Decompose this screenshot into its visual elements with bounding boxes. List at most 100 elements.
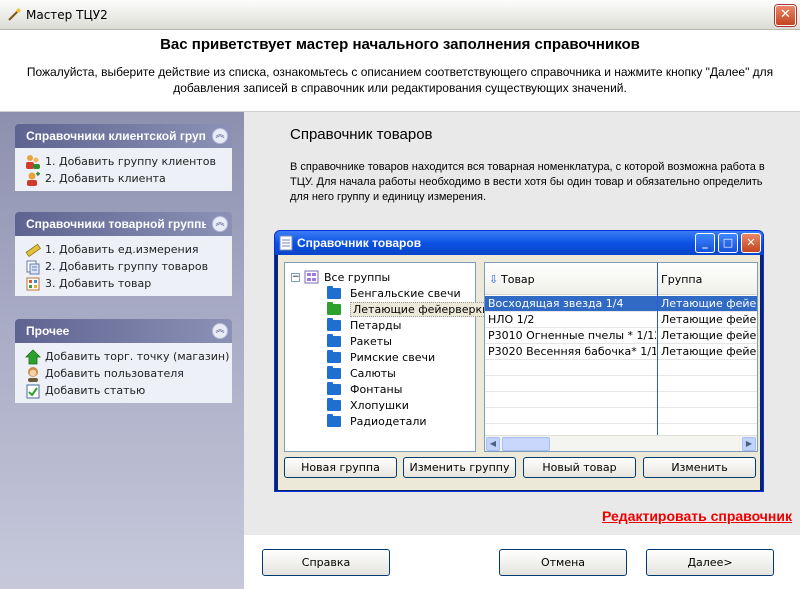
add-client-label: 2. Добавить клиента [45,172,166,185]
folder-icon [327,413,341,427]
edit-directory-link[interactable]: Редактировать справочник [602,508,792,524]
add-goods-group-link[interactable]: 2. Добавить группу товаров [25,258,232,275]
cell-goods: Р3010 Огненные пчелы * 1/12 [488,329,656,342]
goods-icon [26,277,40,290]
add-unit-link[interactable]: 1. Добавить ед.измерения [25,241,232,258]
collapse-icon[interactable]: ︽ [212,323,228,339]
new-group-button: Новая группа [284,457,397,478]
folder-open-icon [327,301,341,315]
wizard-header: Вас приветствует мастер начального запол… [0,30,800,112]
tree-node: Радиодетали [327,413,427,429]
table-row: Р3010 Огненные пчелы * 1/12 Летающие фей… [485,328,757,344]
wizard-title: Вас приветствует мастер начального запол… [160,36,640,53]
add-article-link[interactable]: Добавить статью [25,382,232,399]
add-unit-label: 1. Добавить ед.измерения [45,243,199,256]
goods-group-title: Справочники товарной группы [26,217,206,231]
table-row: Р3020 Весенняя бабочка* 1/12 Летающие фе… [485,344,757,360]
other-panel: Прочее ︽ Добавить торг. точку (магазин) … [15,319,232,403]
add-user-link[interactable]: Добавить пользователя [25,365,232,382]
tree-node: Фонтаны [327,381,402,397]
table-row: НЛО 1/2 Летающие фейерверки [485,312,757,328]
maximize-button: □ [718,233,738,253]
cancel-button[interactable]: Отмена [499,549,627,576]
ruler-icon [25,243,41,257]
add-client-link[interactable]: 2. Добавить клиента [25,170,232,187]
group-tree: − Все группы Бенгальские свечи Летающие … [284,262,493,452]
description-pane: Справочник товаров В справочнике товаров… [244,112,800,535]
goods-group-header[interactable]: Справочники товарной группы ︽ [15,212,232,236]
tree-node-label: Бенгальские свечи [350,286,461,300]
sort-icon: ⇩ [489,273,499,286]
add-user-label: Добавить пользователя [45,367,184,380]
tree-node-label: Салюты [350,366,396,380]
users-group-icon [26,154,40,169]
tree-node: Бенгальские свечи [327,285,461,301]
edit-group-button: Изменить группу [403,457,516,478]
user-icon [28,366,38,382]
cell-group: Летающие фейерверки [661,345,757,358]
tree-node-label: Петарды [350,318,402,332]
document-icon [279,235,293,251]
section-description: В справочнике товаров находится вся това… [290,161,765,203]
new-item-button: Новый товар [523,457,636,478]
folder-icon [327,365,341,379]
wand-icon [8,8,21,21]
article-icon [26,384,40,398]
wizard-subtitle: Пожалуйста, выберите действие из списка,… [26,65,774,95]
empty-row [485,392,757,408]
column-separator [657,263,658,435]
scroll-right-icon: ▶ [742,437,756,451]
preview-titlebar: Справочник товаров _ □ ✕ [275,231,763,255]
help-button[interactable]: Справка [262,549,390,576]
preview-title: Справочник товаров [297,236,422,250]
goods-group-panel: Справочники товарной группы ︽ 1. Добавит… [15,212,232,296]
add-store-link[interactable]: Добавить торг. точку (магазин) [25,348,232,365]
folder-icon [327,381,341,395]
tree-node: Петарды [327,317,401,333]
tree-root: − Все группы [291,269,390,285]
column-header-group: Группа [661,273,703,286]
empty-row [485,408,757,424]
client-group-header[interactable]: Справочники клиентской группы ︽ [15,124,232,148]
add-goods-link[interactable]: 3. Добавить товар [25,275,232,292]
preview-close-button: ✕ [741,233,761,253]
section-title: Справочник товаров [290,126,433,143]
folder-icon [327,397,341,411]
add-client-group-label: 1. Добавить группу клиентов [45,155,216,168]
collapse-icon[interactable]: ︽ [212,216,228,232]
table-row: Восходящая звезда 1/4 Летающие фейерверк… [485,296,757,312]
add-goods-group-label: 2. Добавить группу товаров [45,260,209,273]
tree-node-label: Летающие фейерверки [350,301,493,317]
tree-node-label: Радиодетали [350,414,427,428]
add-article-label: Добавить статью [45,384,146,397]
cell-group: Летающие фейерверки [661,329,757,342]
preview-body: − Все группы Бенгальские свечи Летающие … [278,255,760,490]
next-button[interactable]: Далее> [646,549,774,576]
task-pane: Справочники клиентской группы ︽ 1. Добав… [0,112,244,589]
user-add-icon [27,171,40,186]
expander-icon: − [291,271,300,282]
cell-goods: Восходящая звезда 1/4 [488,297,624,310]
tree-node-label: Фонтаны [350,382,403,396]
tree-node-label: Ракеты [350,334,392,348]
folder-icon [327,349,341,363]
client-group-title: Справочники клиентской группы [26,129,206,143]
tree-node: Хлопушки [327,397,409,413]
collapse-icon[interactable]: ︽ [212,128,228,144]
window-titlebar: Мастер ТЦУ2 ✕ [0,0,800,30]
folder-icon [327,317,341,331]
window-title: Мастер ТЦУ2 [26,8,108,22]
add-client-group-link[interactable]: 1. Добавить группу клиентов [25,153,232,170]
cell-goods: Р3020 Весенняя бабочка* 1/12 [488,345,656,358]
cell-goods: НЛО 1/2 [488,313,535,326]
empty-row [485,376,757,392]
window-close-button[interactable]: ✕ [775,5,796,26]
tree-node: Салюты [327,365,396,381]
empty-row [485,360,757,376]
preview-window: Справочник товаров _ □ ✕ − Все группы Бе… [274,230,764,492]
tree-node-label: Хлопушки [350,398,409,412]
scroll-thumb [502,437,550,451]
tree-root-label: Все группы [324,270,391,284]
add-goods-label: 3. Добавить товар [45,277,152,290]
other-header[interactable]: Прочее ︽ [15,319,232,343]
